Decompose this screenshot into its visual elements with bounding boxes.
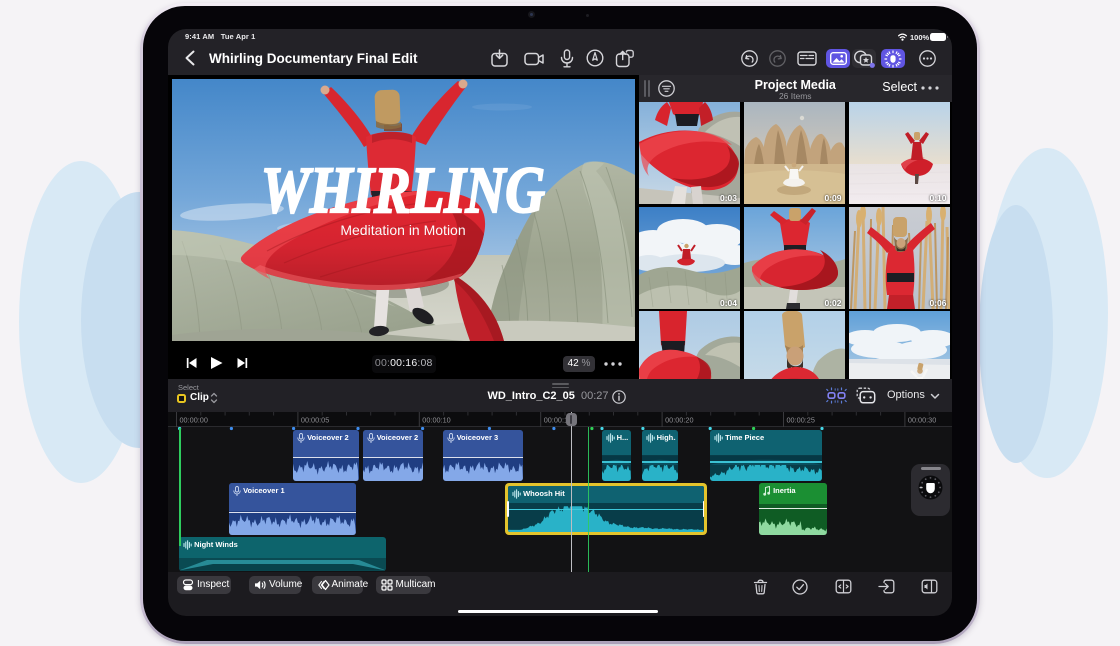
svg-text:00:00:05: 00:00:05 bbox=[301, 416, 329, 425]
svg-text:Meditation in Motion: Meditation in Motion bbox=[340, 222, 465, 238]
svg-text:00:00:30: 00:00:30 bbox=[908, 416, 936, 425]
svg-text:00:00:20: 00:00:20 bbox=[665, 416, 693, 425]
svg-text:00:00:25: 00:00:25 bbox=[787, 416, 815, 425]
svg-text:00:00:00: 00:00:00 bbox=[180, 416, 208, 425]
svg-text:WHIRLING: WHIRLING bbox=[261, 154, 545, 227]
svg-text:00:00:10: 00:00:10 bbox=[422, 416, 450, 425]
